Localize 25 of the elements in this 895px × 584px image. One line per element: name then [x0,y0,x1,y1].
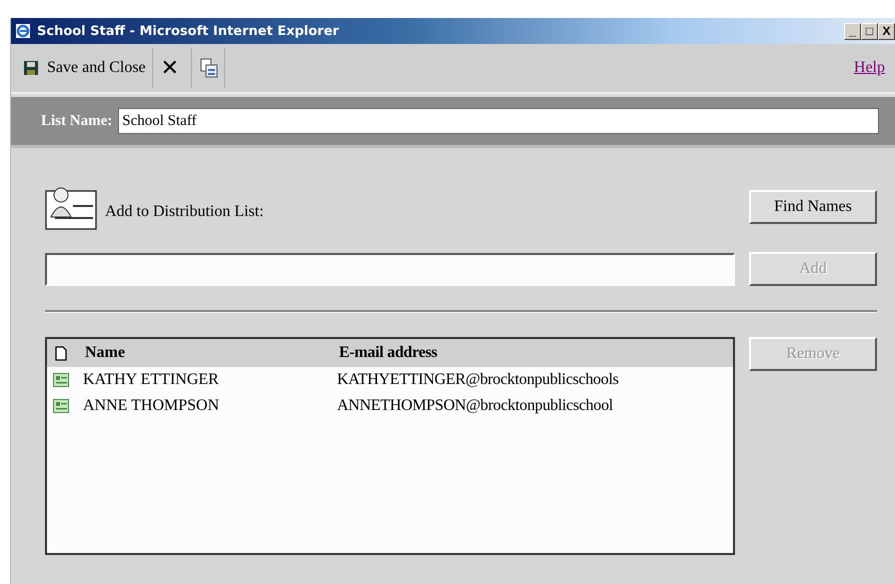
address-book-icon [200,58,218,78]
member-row[interactable]: KATHY ETTINGER KATHYETTINGER@brocktonpublicschools [47,367,734,393]
close-button[interactable]: X [878,22,895,40]
contact-card-icon [53,373,69,387]
list-name-field[interactable]: School Staff [118,108,879,134]
window-title: School Staff - Microsoft Internet Explorer [37,24,340,38]
save-and-close-button[interactable]: Save and Close [15,48,153,88]
help-link[interactable]: Help [854,59,885,77]
page-icon [55,346,67,360]
column-header: Name [85,344,126,362]
contact-card-icon [53,399,69,413]
maximize-button[interactable]: □ [861,22,878,40]
member-email: ANNETHOMPSON@brocktonpublicschool [337,397,613,415]
find-names-button[interactable]: Find Names [749,190,877,224]
minimize-button[interactable]: _ [844,22,861,40]
list-name-label: List Name: [41,112,112,130]
browser-icon [15,22,33,40]
member-email: KATHYETTINGER@brocktonpublicschools [337,371,619,389]
member-name: ANNE THOMPSON [83,397,220,415]
member-row[interactable]: ANNE THOMPSON ANNETHOMPSON@brocktonpublicschool [47,393,734,419]
member-name: KATHY ETTINGER [83,371,220,389]
add-to-list-label: Add to Distribution List: [105,203,264,221]
delete-button[interactable]: ✕ [152,48,192,88]
column-header: E-mail address [339,344,438,362]
recipient-field[interactable] [45,252,735,286]
